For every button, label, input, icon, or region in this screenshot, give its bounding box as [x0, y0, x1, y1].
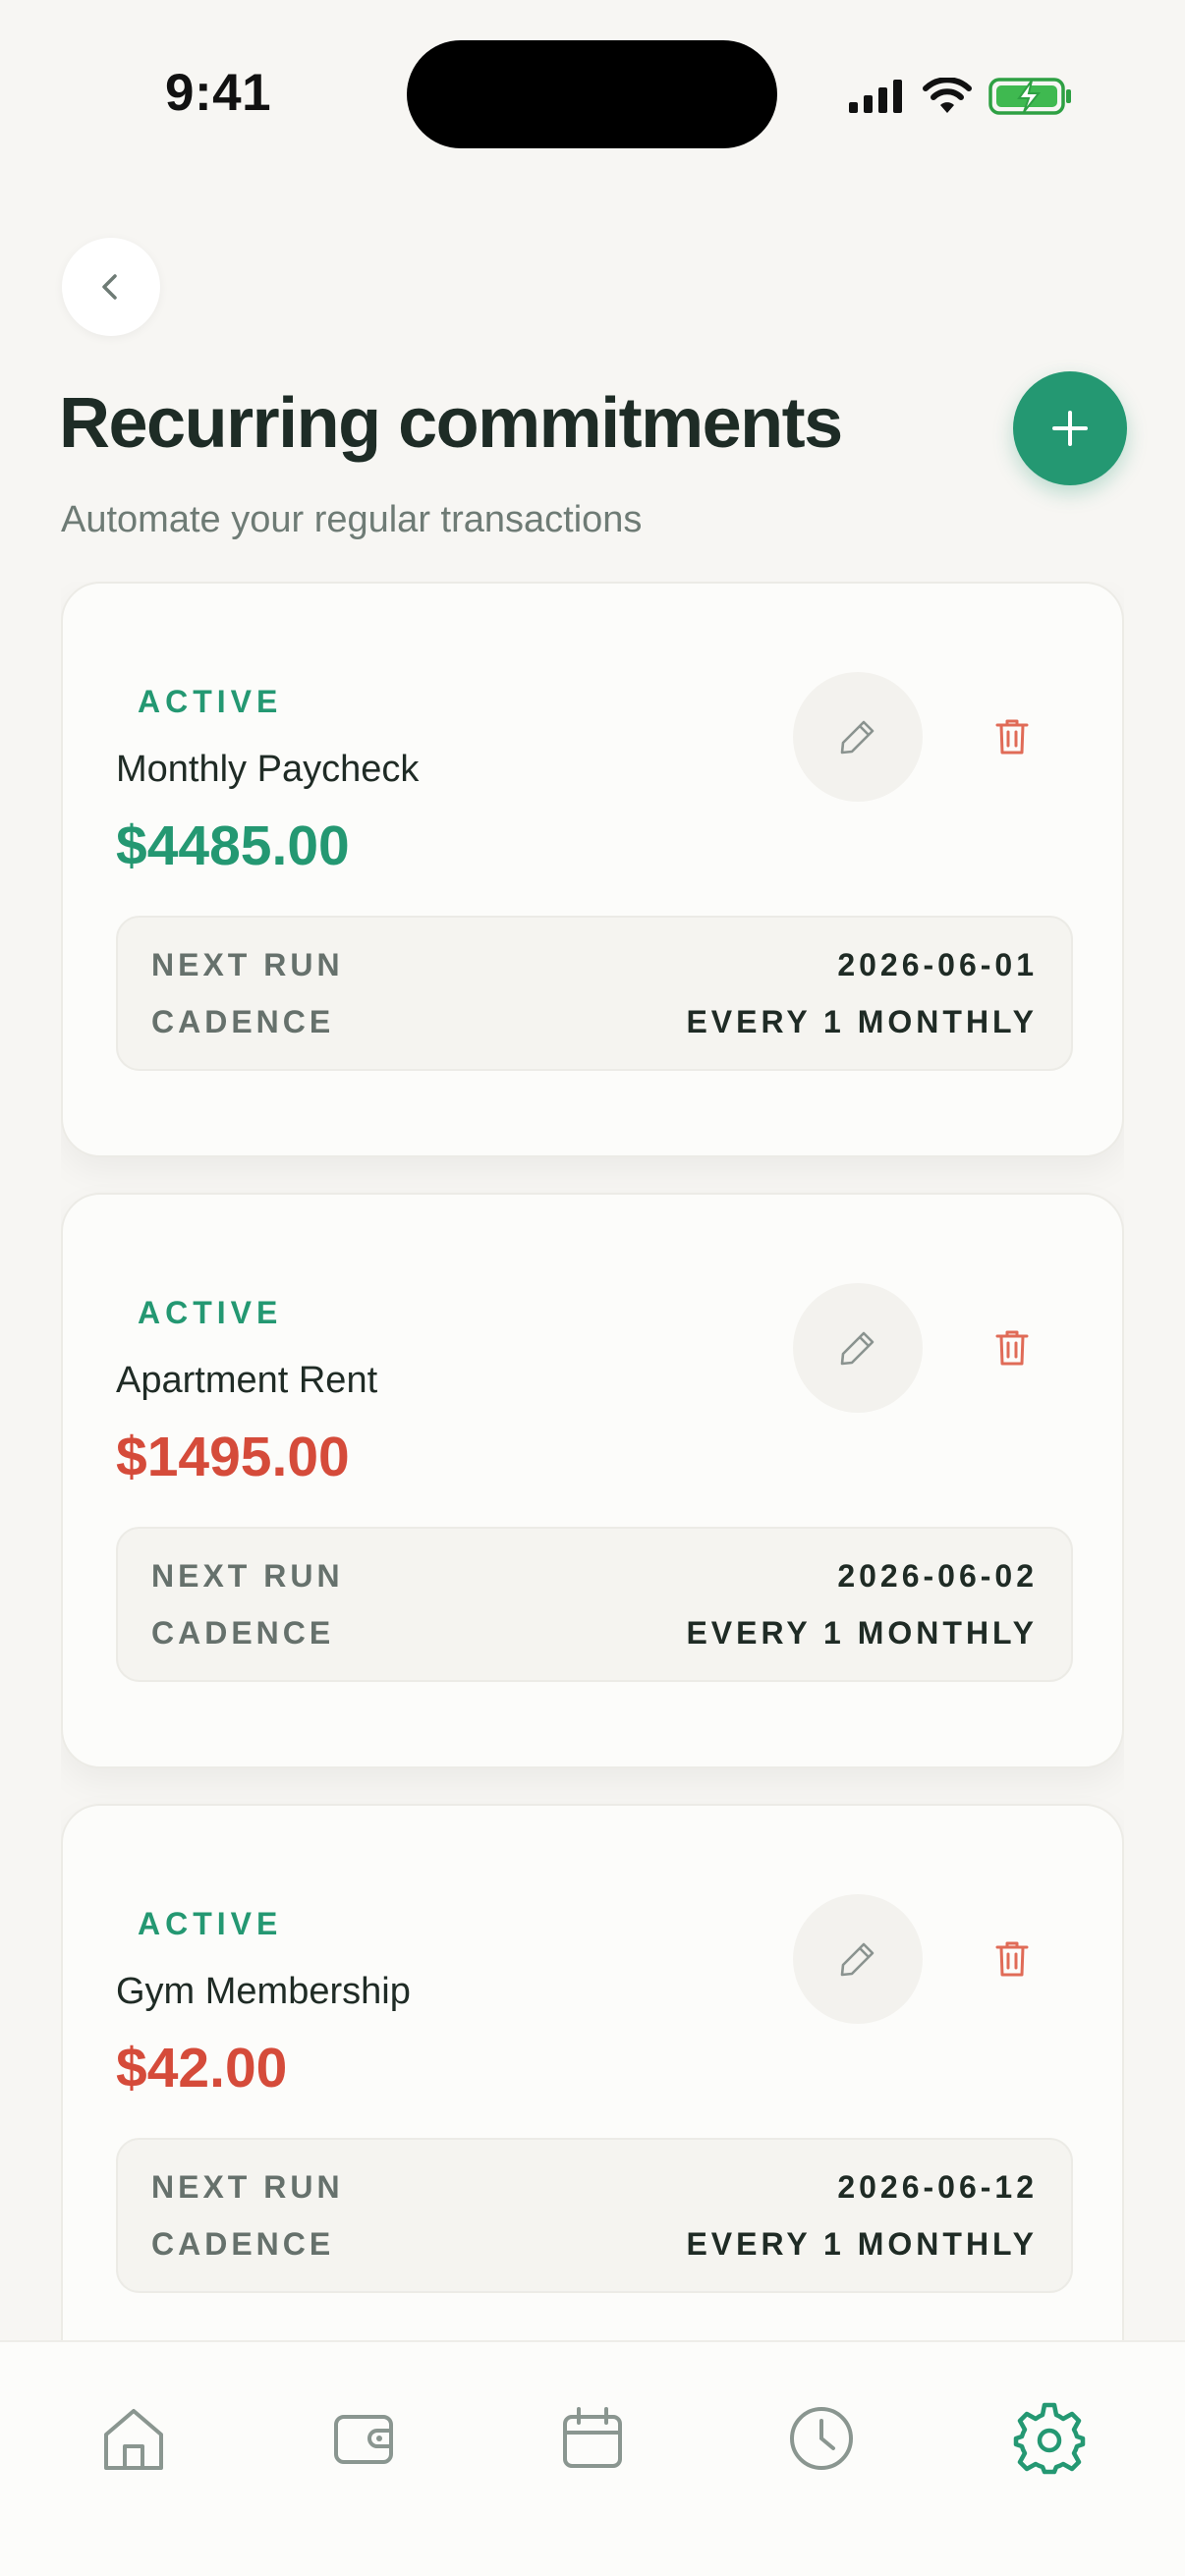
trash-icon — [995, 1941, 1029, 1977]
page-title: Recurring commitments — [59, 384, 843, 463]
cadence-label: CADENCE — [151, 1615, 335, 1651]
tab-bar — [0, 2340, 1185, 2576]
commitment-details: NEXT RUN 2026-06-12 CADENCE EVERY 1 MONT… — [116, 2138, 1073, 2293]
next-run-value: 2026-06-01 — [837, 947, 1038, 982]
status-badge: ACTIVE — [138, 1906, 283, 1941]
next-run-label: NEXT RUN — [151, 1558, 344, 1594]
calendar-icon — [563, 2407, 622, 2468]
status-bar: 9:41 — [0, 0, 1185, 187]
commitment-card: ACTIVE Gym Membership $42.00 NEXT RUN 20… — [61, 1804, 1124, 2340]
status-badge: ACTIVE — [138, 1295, 283, 1330]
tab-settings[interactable] — [1010, 2399, 1089, 2478]
trash-icon — [995, 719, 1029, 755]
commitment-amount: $1495.00 — [116, 1426, 350, 1488]
commitment-name: Monthly Paycheck — [116, 749, 420, 790]
delete-button[interactable] — [977, 1313, 1047, 1383]
next-run-value: 2026-06-12 — [837, 2169, 1038, 2205]
next-run-label: NEXT RUN — [151, 2169, 344, 2205]
next-run-label: NEXT RUN — [151, 947, 344, 982]
tab-home[interactable] — [94, 2399, 173, 2478]
cadence-value: EVERY 1 MONTHLY — [686, 1615, 1038, 1651]
pencil-icon — [840, 1331, 875, 1366]
clock-icon — [790, 2407, 853, 2470]
pencil-icon — [840, 1942, 875, 1977]
commitment-name: Gym Membership — [116, 1971, 411, 2012]
add-commitment-button[interactable] — [1013, 371, 1127, 485]
gear-icon — [1013, 2402, 1086, 2475]
chevron-left-icon — [102, 274, 117, 300]
cadence-label: CADENCE — [151, 2226, 335, 2262]
tab-calendar[interactable] — [553, 2399, 632, 2478]
next-run-value: 2026-06-02 — [837, 1558, 1038, 1594]
edit-button[interactable] — [793, 1283, 923, 1413]
commitment-card: ACTIVE Apartment Rent $1495.00 NEXT RUN … — [61, 1193, 1124, 1768]
cadence-value: EVERY 1 MONTHLY — [686, 1004, 1038, 1039]
cellular-signal-icon — [849, 80, 902, 113]
home-icon — [104, 2409, 163, 2470]
delete-button[interactable] — [977, 1924, 1047, 1994]
commitment-name: Apartment Rent — [116, 1360, 378, 1401]
commitment-amount: $4485.00 — [116, 814, 350, 877]
edit-button[interactable] — [793, 672, 923, 802]
cadence-value: EVERY 1 MONTHLY — [686, 2226, 1038, 2262]
edit-button[interactable] — [793, 1894, 923, 2024]
status-icons — [847, 73, 1073, 120]
dynamic-island — [407, 40, 777, 148]
battery-charging-icon — [988, 78, 1071, 115]
pencil-icon — [840, 720, 875, 755]
wifi-icon — [923, 78, 972, 113]
tab-history[interactable] — [782, 2399, 861, 2478]
plus-icon — [1052, 411, 1088, 446]
wallet-icon — [334, 2415, 393, 2464]
commitment-amount: $42.00 — [116, 2037, 288, 2100]
tab-wallet[interactable] — [324, 2399, 403, 2478]
commitments-list[interactable]: ACTIVE Monthly Paycheck $4485.00 NEXT RU… — [61, 582, 1124, 2340]
commitment-card: ACTIVE Monthly Paycheck $4485.00 NEXT RU… — [61, 582, 1124, 1157]
trash-icon — [995, 1330, 1029, 1366]
commitment-details: NEXT RUN 2026-06-01 CADENCE EVERY 1 MONT… — [116, 916, 1073, 1071]
page-subtitle: Automate your regular transactions — [61, 499, 643, 540]
delete-button[interactable] — [977, 701, 1047, 772]
status-time: 9:41 — [165, 64, 272, 122]
commitment-details: NEXT RUN 2026-06-02 CADENCE EVERY 1 MONT… — [116, 1527, 1073, 1682]
cadence-label: CADENCE — [151, 1004, 335, 1039]
status-badge: ACTIVE — [138, 684, 283, 719]
back-button[interactable] — [62, 238, 160, 336]
